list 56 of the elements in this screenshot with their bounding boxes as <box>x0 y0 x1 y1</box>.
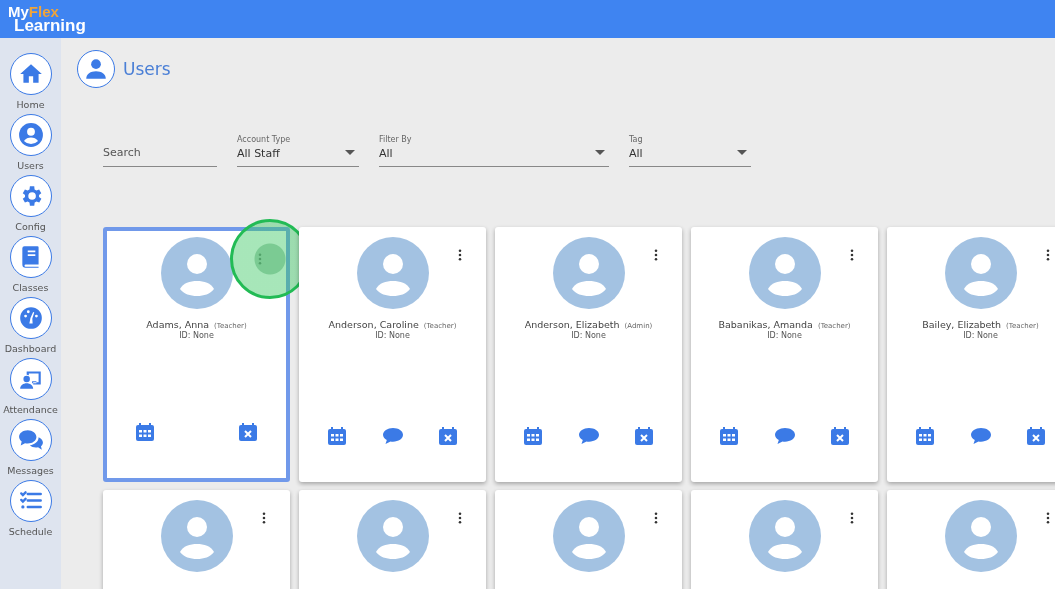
avatar-icon <box>356 237 429 309</box>
avatar-icon <box>160 237 233 309</box>
user-id: ID: None <box>179 331 214 340</box>
search-field[interactable]: Search <box>103 138 217 167</box>
user-id: ID: None <box>767 331 802 340</box>
gauge-icon <box>17 305 44 331</box>
more-options-icon[interactable] <box>850 249 854 261</box>
caret-icon <box>737 150 747 155</box>
calendar-cancel-icon[interactable] <box>634 426 654 446</box>
avatar-icon <box>552 237 625 309</box>
page-title: Users <box>123 59 171 79</box>
more-options-icon[interactable] <box>654 512 658 524</box>
calendar-cancel-icon[interactable] <box>1026 426 1046 446</box>
user-name: Anderson, Caroline <box>328 319 419 330</box>
user-id: ID: None <box>963 331 998 340</box>
more-options-icon[interactable] <box>1046 512 1050 524</box>
caret-icon <box>595 150 605 155</box>
chat-bubble-icon[interactable] <box>381 427 404 445</box>
calendar-cancel-icon[interactable] <box>830 426 850 446</box>
more-options-icon[interactable] <box>458 249 462 261</box>
avatar-icon <box>944 500 1017 572</box>
more-options-icon[interactable] <box>850 512 854 524</box>
logo[interactable]: MyFlex Learning <box>8 5 86 33</box>
user-id: ID: None <box>375 331 410 340</box>
avatar-icon <box>748 237 821 309</box>
more-options-icon[interactable] <box>1046 249 1050 261</box>
calendar-icon[interactable] <box>523 426 543 446</box>
user-icon <box>17 122 44 148</box>
more-options-icon[interactable] <box>262 512 266 524</box>
select-field[interactable]: Filter By All <box>379 135 609 167</box>
chat-icon <box>17 427 44 453</box>
more-options-icon[interactable] <box>458 512 462 524</box>
user-name: Bailey, Elizabeth <box>922 319 1002 330</box>
calendar-cancel-icon[interactable] <box>438 426 458 446</box>
chat-bubble-icon[interactable] <box>577 427 600 445</box>
caret-icon <box>345 150 355 155</box>
user-icon <box>77 50 115 88</box>
calendar-icon[interactable] <box>135 422 155 442</box>
select-field[interactable]: Account Type All Staff <box>237 135 359 167</box>
avatar-icon <box>748 500 821 572</box>
user-name: Adams, Anna <box>146 319 210 330</box>
user-id: ID: None <box>571 331 606 340</box>
user-name: Babanikas, Amanda <box>718 319 813 330</box>
chat-bubble-icon[interactable] <box>773 427 796 445</box>
chat-bubble-icon[interactable] <box>969 427 992 445</box>
avatar-icon <box>552 500 625 572</box>
calendar-cancel-icon[interactable] <box>238 422 258 442</box>
user-name: Anderson, Elizabeth <box>524 319 620 330</box>
calendar-icon[interactable] <box>327 426 347 446</box>
calendar-icon[interactable] <box>915 426 935 446</box>
select-field[interactable]: Tag All <box>629 135 751 167</box>
avatar-icon <box>160 500 233 572</box>
avatar-icon <box>356 500 429 572</box>
avatar-icon <box>944 237 1017 309</box>
calendar-icon[interactable] <box>719 426 739 446</box>
more-options-icon[interactable] <box>654 249 658 261</box>
